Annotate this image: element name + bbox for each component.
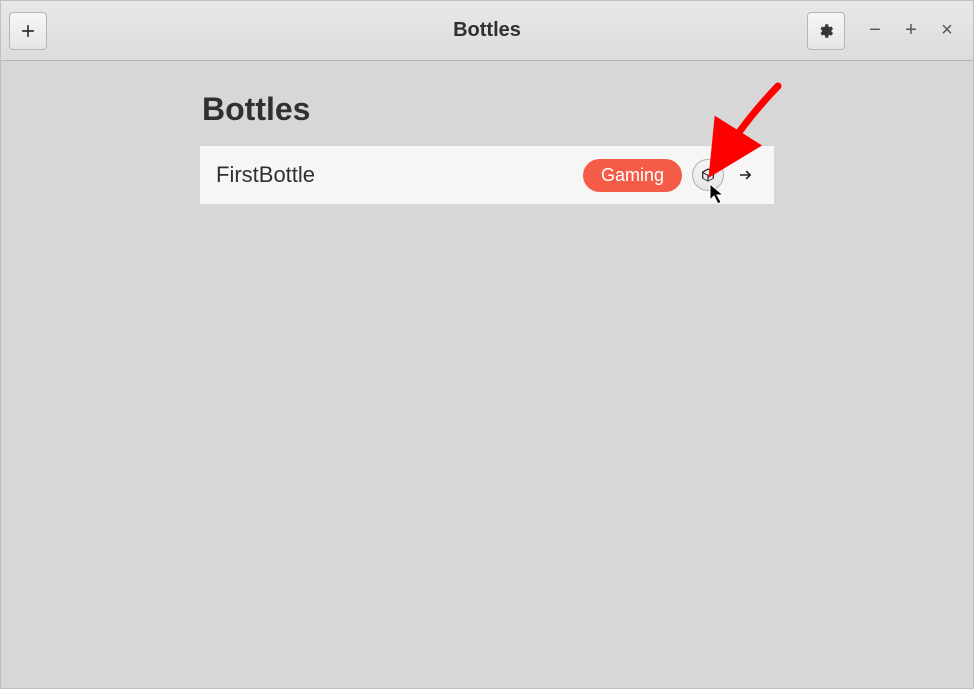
package-icon bbox=[700, 167, 716, 183]
gear-icon bbox=[817, 22, 835, 40]
close-icon: × bbox=[941, 19, 953, 42]
bottle-row[interactable]: FirstBottle Gaming bbox=[200, 146, 774, 204]
main-content: Bottles FirstBottle Gaming bbox=[1, 61, 973, 688]
bottle-name: FirstBottle bbox=[216, 162, 573, 188]
settings-button[interactable] bbox=[807, 12, 845, 50]
content-inner: Bottles FirstBottle Gaming bbox=[200, 91, 774, 204]
close-button[interactable]: × bbox=[929, 12, 965, 50]
plus-icon bbox=[19, 22, 37, 40]
add-bottle-button[interactable] bbox=[9, 12, 47, 50]
run-executable-button[interactable] bbox=[692, 159, 724, 191]
header-right: − + × bbox=[807, 12, 965, 50]
headerbar: Bottles − + × bbox=[1, 1, 973, 61]
window-title: Bottles bbox=[453, 19, 521, 42]
bottle-type-badge: Gaming bbox=[583, 159, 682, 192]
open-bottle-button[interactable] bbox=[734, 163, 758, 187]
page-title: Bottles bbox=[200, 91, 774, 128]
app-window: Bottles − + × Bottle bbox=[0, 0, 974, 689]
minimize-button[interactable]: − bbox=[857, 12, 893, 50]
window-controls: − + × bbox=[857, 12, 965, 50]
minimize-icon: − bbox=[869, 19, 881, 42]
maximize-button[interactable]: + bbox=[893, 12, 929, 50]
header-left bbox=[9, 12, 47, 50]
arrow-right-icon bbox=[737, 166, 755, 184]
maximize-icon: + bbox=[905, 19, 917, 42]
